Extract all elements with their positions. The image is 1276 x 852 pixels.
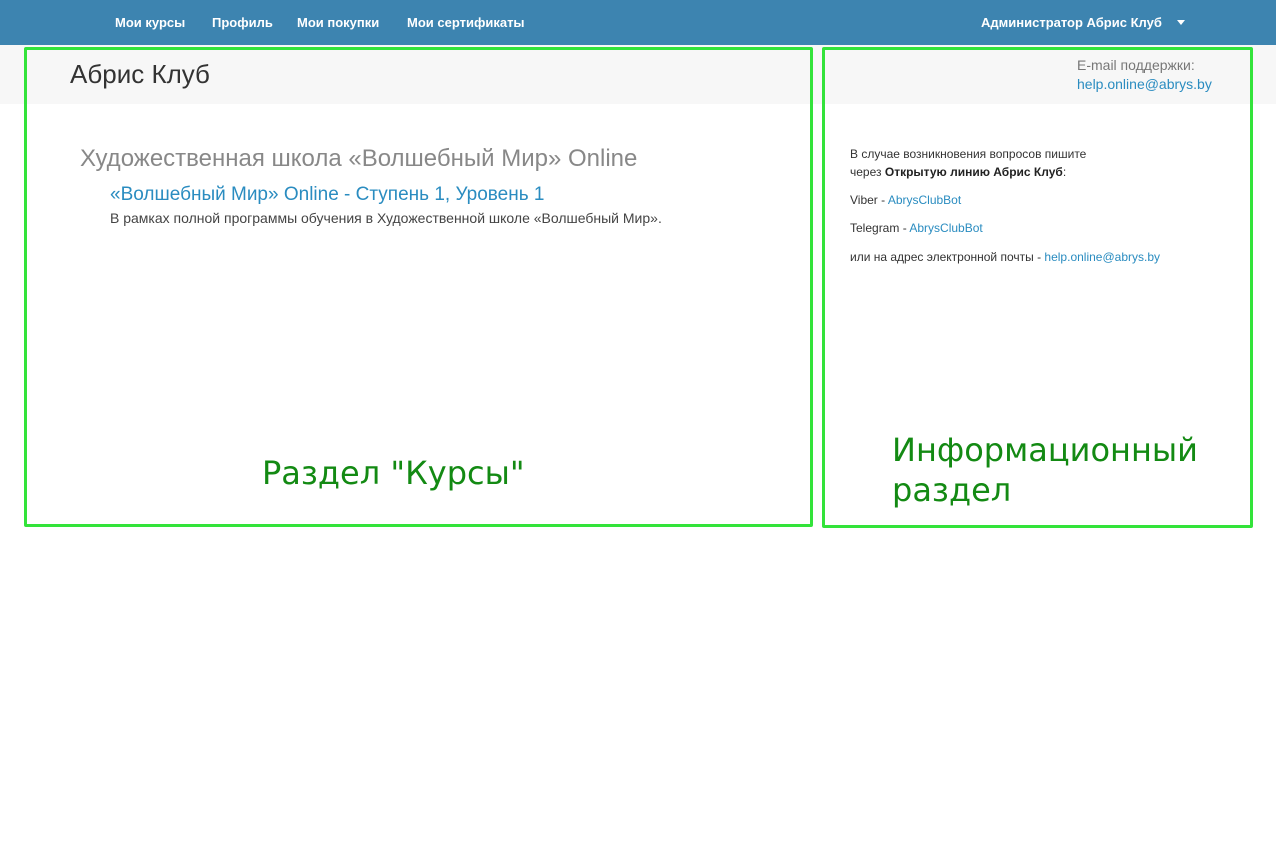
user-menu-dropdown[interactable]: Администратор Абрис Клуб <box>981 0 1185 45</box>
caret-down-icon <box>1176 20 1185 26</box>
nav-item-profile[interactable]: Профиль <box>212 0 273 45</box>
top-navbar: Мои курсы Профиль Мои покупки Мои сертиф… <box>0 0 1276 45</box>
nav-item-my-certificates[interactable]: Мои сертификаты <box>407 0 525 45</box>
nav-item-my-courses[interactable]: Мои курсы <box>115 0 185 45</box>
user-name: Администратор Абрис Клуб <box>981 15 1162 30</box>
courses-section-annotation-label: Раздел "Курсы" <box>262 454 525 492</box>
nav-item-my-purchases[interactable]: Мои покупки <box>297 0 379 45</box>
info-section-annotation-label-line2: раздел <box>892 471 1012 509</box>
info-section-annotation-label-line1: Информационный <box>892 431 1198 469</box>
page: Мои курсы Профиль Мои покупки Мои сертиф… <box>0 0 1276 852</box>
